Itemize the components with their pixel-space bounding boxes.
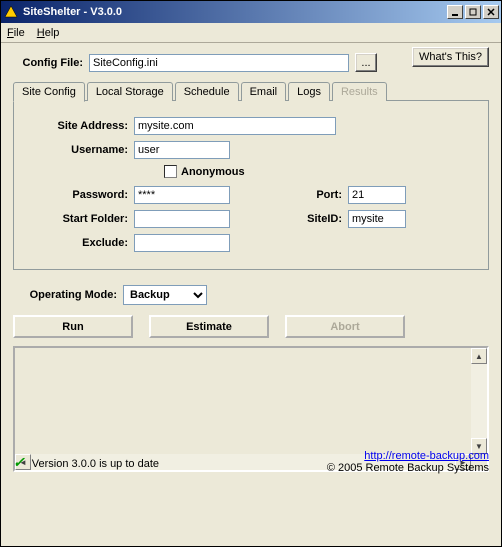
- titlebar: SiteShelter - V3.0.0: [1, 1, 501, 23]
- username-label: Username:: [24, 144, 134, 156]
- port-label: Port:: [230, 189, 348, 201]
- anonymous-label: Anonymous: [181, 166, 245, 178]
- site-config-panel: Site Address: Username: Anonymous Passwo…: [13, 100, 489, 270]
- tab-local-storage[interactable]: Local Storage: [87, 82, 173, 101]
- operating-mode-label: Operating Mode:: [13, 289, 123, 301]
- check-icon: ✓: [13, 454, 25, 470]
- config-browse-button[interactable]: ...: [355, 53, 377, 72]
- tab-site-config[interactable]: Site Config: [13, 82, 85, 102]
- config-file-label: Config File:: [13, 57, 89, 69]
- version-status: ✓ Version 3.0.0 is up to date: [13, 454, 159, 471]
- exclude-input[interactable]: [134, 234, 230, 252]
- config-file-input[interactable]: [89, 54, 349, 72]
- site-address-label: Site Address:: [24, 120, 134, 132]
- app-window: SiteShelter - V3.0.0 File Help What's Th…: [0, 0, 502, 547]
- username-input[interactable]: [134, 141, 230, 159]
- menubar: File Help: [1, 23, 501, 43]
- tab-email[interactable]: Email: [241, 82, 287, 101]
- abort-button: Abort: [285, 315, 405, 338]
- port-input[interactable]: [348, 186, 406, 204]
- footer: ✓ Version 3.0.0 is up to date http://rem…: [13, 444, 489, 474]
- exclude-label: Exclude:: [24, 237, 134, 249]
- siteid-input[interactable]: [348, 210, 406, 228]
- estimate-button[interactable]: Estimate: [149, 315, 269, 338]
- content-area: What's This? Config File: ... Site Confi…: [1, 43, 501, 480]
- copyright-text: © 2005 Remote Backup Systems: [327, 462, 489, 474]
- tab-strip: Site Config Local Storage Schedule Email…: [13, 82, 489, 101]
- scroll-up-icon[interactable]: ▲: [471, 348, 487, 364]
- action-buttons: Run Estimate Abort: [13, 315, 489, 338]
- anonymous-checkbox[interactable]: [164, 165, 177, 178]
- maximize-button[interactable]: [465, 5, 481, 19]
- run-button[interactable]: Run: [13, 315, 133, 338]
- password-label: Password:: [24, 189, 134, 201]
- start-folder-input[interactable]: [134, 210, 230, 228]
- close-button[interactable]: [483, 5, 499, 19]
- menu-help[interactable]: Help: [37, 27, 60, 39]
- app-icon: [3, 4, 19, 20]
- whats-this-button[interactable]: What's This?: [412, 47, 489, 67]
- tab-schedule[interactable]: Schedule: [175, 82, 239, 101]
- minimize-button[interactable]: [447, 5, 463, 19]
- vertical-scrollbar[interactable]: ▲ ▼: [471, 348, 487, 454]
- operating-mode-select[interactable]: Backup: [123, 285, 207, 305]
- siteid-label: SiteID:: [230, 213, 348, 225]
- window-title: SiteShelter - V3.0.0: [23, 6, 447, 18]
- password-input[interactable]: [134, 186, 230, 204]
- tab-logs[interactable]: Logs: [288, 82, 330, 101]
- menu-file[interactable]: File: [7, 27, 25, 39]
- start-folder-label: Start Folder:: [24, 213, 134, 225]
- site-address-input[interactable]: [134, 117, 336, 135]
- website-link[interactable]: http://remote-backup.com: [364, 450, 489, 462]
- tab-results: Results: [332, 82, 387, 101]
